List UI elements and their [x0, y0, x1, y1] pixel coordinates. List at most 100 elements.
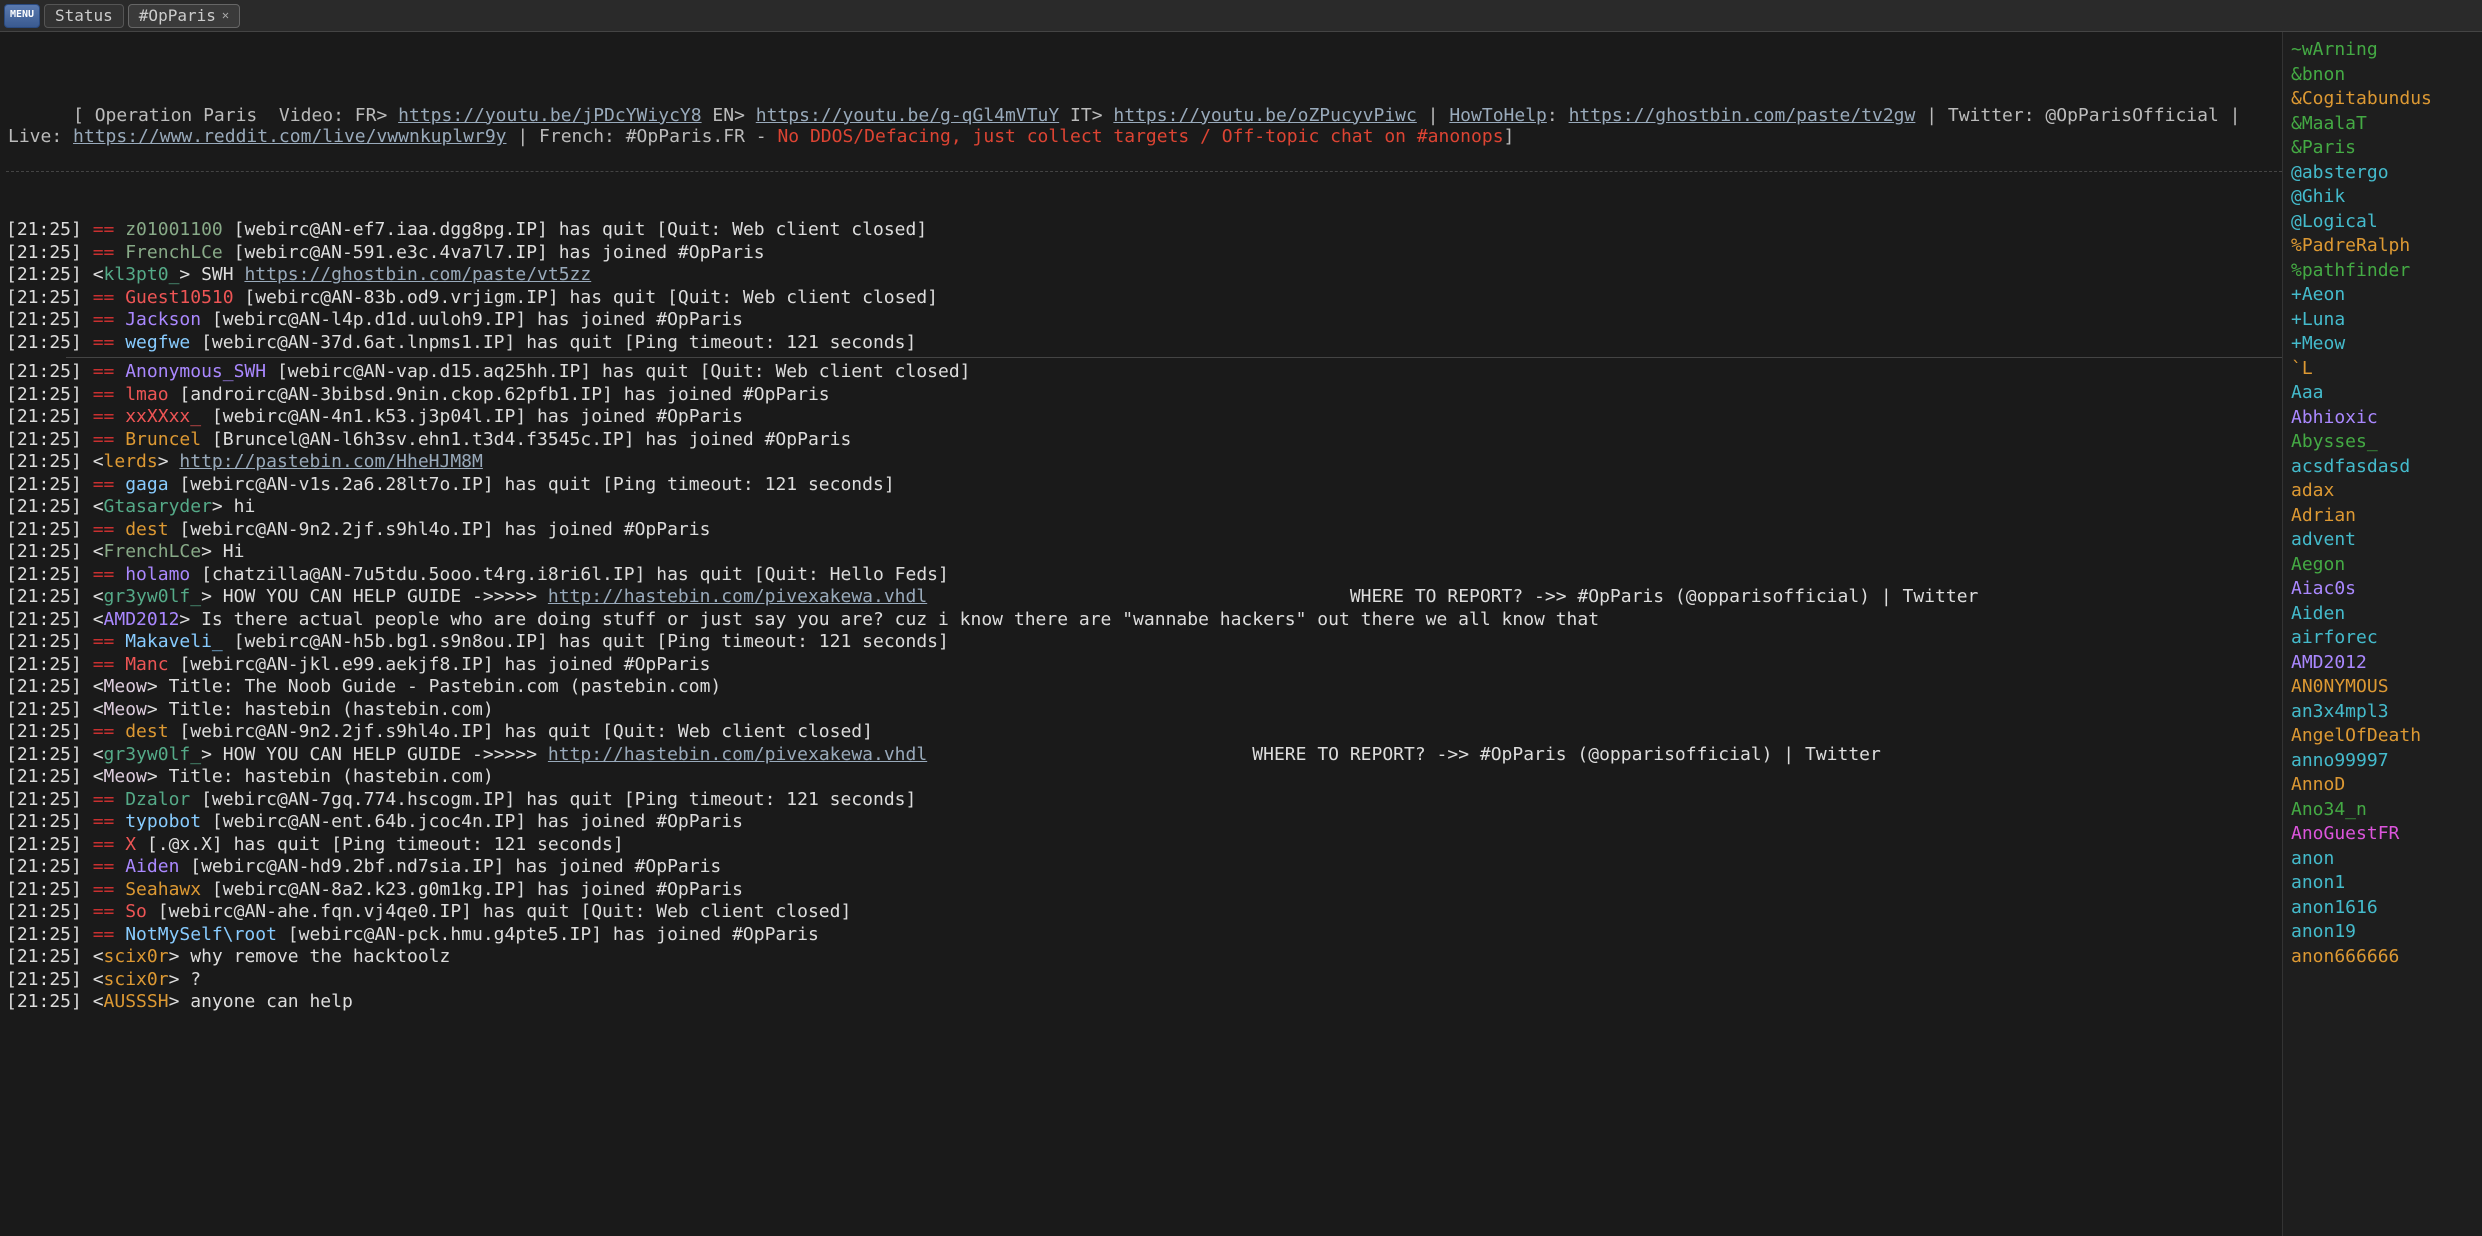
nick[interactable]: scix0r: [104, 946, 169, 967]
chat-line: [21:25] == wegfwe [webirc@AN-37d.6at.lnp…: [6, 332, 2282, 355]
user-list-item[interactable]: %pathfinder: [2291, 259, 2474, 284]
user-list-item[interactable]: Ano34_n: [2291, 798, 2474, 823]
tab-channel-opparis[interactable]: #OpParis ✕: [128, 4, 240, 28]
menu-button[interactable]: MENU: [4, 4, 40, 28]
user-list-item[interactable]: anon1: [2291, 871, 2474, 896]
nick[interactable]: Makaveli_: [125, 631, 223, 652]
user-list-item[interactable]: advent: [2291, 528, 2474, 553]
nick[interactable]: Manc: [125, 654, 168, 675]
user-list-item[interactable]: &Paris: [2291, 136, 2474, 161]
user-list-item[interactable]: @Ghik: [2291, 185, 2474, 210]
user-list-item[interactable]: `L: [2291, 357, 2474, 382]
nick[interactable]: NotMySelf\root: [125, 924, 277, 945]
user-list-item[interactable]: anon: [2291, 847, 2474, 872]
user-list-item[interactable]: Abysses_: [2291, 430, 2474, 455]
nick[interactable]: Anonymous_SWH: [125, 361, 266, 382]
system-marker: ==: [93, 631, 126, 652]
tab-status[interactable]: Status: [44, 4, 124, 28]
topic-link-fr[interactable]: https://youtu.be/jPDcYWiycY8: [398, 105, 701, 126]
user-list-item[interactable]: Aiden: [2291, 602, 2474, 627]
user-list-item[interactable]: AngelOfDeath: [2291, 724, 2474, 749]
user-list-item[interactable]: +Aeon: [2291, 283, 2474, 308]
nick[interactable]: holamo: [125, 564, 190, 585]
chat-line: [21:25] == X [.@x.X] has quit [Ping time…: [6, 834, 2282, 857]
nick[interactable]: lerds: [104, 451, 158, 472]
user-list-item[interactable]: Aaa: [2291, 381, 2474, 406]
nick[interactable]: dest: [125, 721, 168, 742]
message-link[interactable]: http://pastebin.com/HheHJM8M: [179, 451, 482, 472]
topic-howto-label[interactable]: HowToHelp: [1449, 105, 1547, 126]
nick[interactable]: Jackson: [125, 309, 201, 330]
user-list-item[interactable]: AnoGuestFR: [2291, 822, 2474, 847]
topic-link-it[interactable]: https://youtu.be/oZPucyvPiwc: [1113, 105, 1416, 126]
nick[interactable]: scix0r: [104, 969, 169, 990]
user-list-item[interactable]: adax: [2291, 479, 2474, 504]
nick[interactable]: Bruncel: [125, 429, 201, 450]
nick[interactable]: FrenchLCe: [104, 541, 202, 562]
user-list-item[interactable]: @abstergo: [2291, 161, 2474, 186]
nick[interactable]: lmao: [125, 384, 168, 405]
chat-area[interactable]: [ Operation Paris Video: FR> https://you…: [0, 32, 2282, 1236]
nick[interactable]: AMD2012: [104, 609, 180, 630]
chat-line: [21:25] == Guest10510 [webirc@AN-83b.od9…: [6, 287, 2282, 310]
nick[interactable]: X: [125, 834, 136, 855]
nick[interactable]: Guest10510: [125, 287, 233, 308]
user-list-item[interactable]: acsdfasdasd: [2291, 455, 2474, 480]
nick[interactable]: dest: [125, 519, 168, 540]
timestamp: [21:25]: [6, 631, 93, 652]
nick[interactable]: Meow: [104, 766, 147, 787]
nick[interactable]: gr3yw0lf_: [104, 586, 202, 607]
system-marker: ==: [93, 474, 126, 495]
chat-line: [21:25] <Gtasaryder> hi: [6, 496, 2282, 519]
nick[interactable]: xxXXxx_: [125, 406, 201, 427]
user-list-item[interactable]: Abhioxic: [2291, 406, 2474, 431]
user-list[interactable]: ~wArning&bnon&Cogitabundus&MaalaT&Paris@…: [2282, 32, 2482, 1236]
nick[interactable]: Gtasaryder: [104, 496, 212, 517]
topic-link-howto[interactable]: https://ghostbin.com/paste/tv2gw: [1569, 105, 1916, 126]
user-list-item[interactable]: airforec: [2291, 626, 2474, 651]
user-list-item[interactable]: anno99997: [2291, 749, 2474, 774]
nick[interactable]: FrenchLCe: [125, 242, 223, 263]
user-list-item[interactable]: anon1616: [2291, 896, 2474, 921]
user-list-item[interactable]: &MaalaT: [2291, 112, 2474, 137]
message-link[interactable]: http://hastebin.com/pivexakewa.vhdl: [548, 586, 927, 607]
nick[interactable]: gaga: [125, 474, 168, 495]
user-list-item[interactable]: anon19: [2291, 920, 2474, 945]
nick[interactable]: Aiden: [125, 856, 179, 877]
user-list-item[interactable]: Aegon: [2291, 553, 2474, 578]
topic-link-live[interactable]: https://www.reddit.com/live/vwwnkuplwr9y: [73, 126, 506, 147]
message-link[interactable]: https://ghostbin.com/paste/vt5zz: [244, 264, 591, 285]
user-list-item[interactable]: +Meow: [2291, 332, 2474, 357]
nick[interactable]: Meow: [104, 699, 147, 720]
nick[interactable]: Seahawx: [125, 879, 201, 900]
nick[interactable]: AUSSSH: [104, 991, 169, 1012]
timestamp: [21:25]: [6, 242, 93, 263]
system-marker: ==: [93, 654, 126, 675]
nick[interactable]: wegfwe: [125, 332, 190, 353]
timestamp: [21:25]: [6, 332, 93, 353]
user-list-item[interactable]: &bnon: [2291, 63, 2474, 88]
chat-line: [21:25] <lerds> http://pastebin.com/HheH…: [6, 451, 2282, 474]
user-list-item[interactable]: AnnoD: [2291, 773, 2474, 798]
user-list-item[interactable]: &Cogitabundus: [2291, 87, 2474, 112]
close-icon[interactable]: ✕: [222, 8, 229, 23]
nick[interactable]: Dzalor: [125, 789, 190, 810]
user-list-item[interactable]: Aiac0s: [2291, 577, 2474, 602]
user-list-item[interactable]: AN0NYMOUS: [2291, 675, 2474, 700]
user-list-item[interactable]: %PadreRalph: [2291, 234, 2474, 259]
message-link[interactable]: http://hastebin.com/pivexakewa.vhdl: [548, 744, 927, 765]
nick[interactable]: So: [125, 901, 147, 922]
user-list-item[interactable]: Adrian: [2291, 504, 2474, 529]
user-list-item[interactable]: AMD2012: [2291, 651, 2474, 676]
topic-link-en[interactable]: https://youtu.be/g-qGl4mVTuY: [756, 105, 1059, 126]
user-list-item[interactable]: an3x4mpl3: [2291, 700, 2474, 725]
nick[interactable]: kl3pt0_: [104, 264, 180, 285]
user-list-item[interactable]: @Logical: [2291, 210, 2474, 235]
nick[interactable]: typobot: [125, 811, 201, 832]
user-list-item[interactable]: +Luna: [2291, 308, 2474, 333]
user-list-item[interactable]: anon666666: [2291, 945, 2474, 970]
nick[interactable]: z01001100: [125, 219, 223, 240]
nick[interactable]: gr3yw0lf_: [104, 744, 202, 765]
nick[interactable]: Meow: [104, 676, 147, 697]
user-list-item[interactable]: ~wArning: [2291, 38, 2474, 63]
